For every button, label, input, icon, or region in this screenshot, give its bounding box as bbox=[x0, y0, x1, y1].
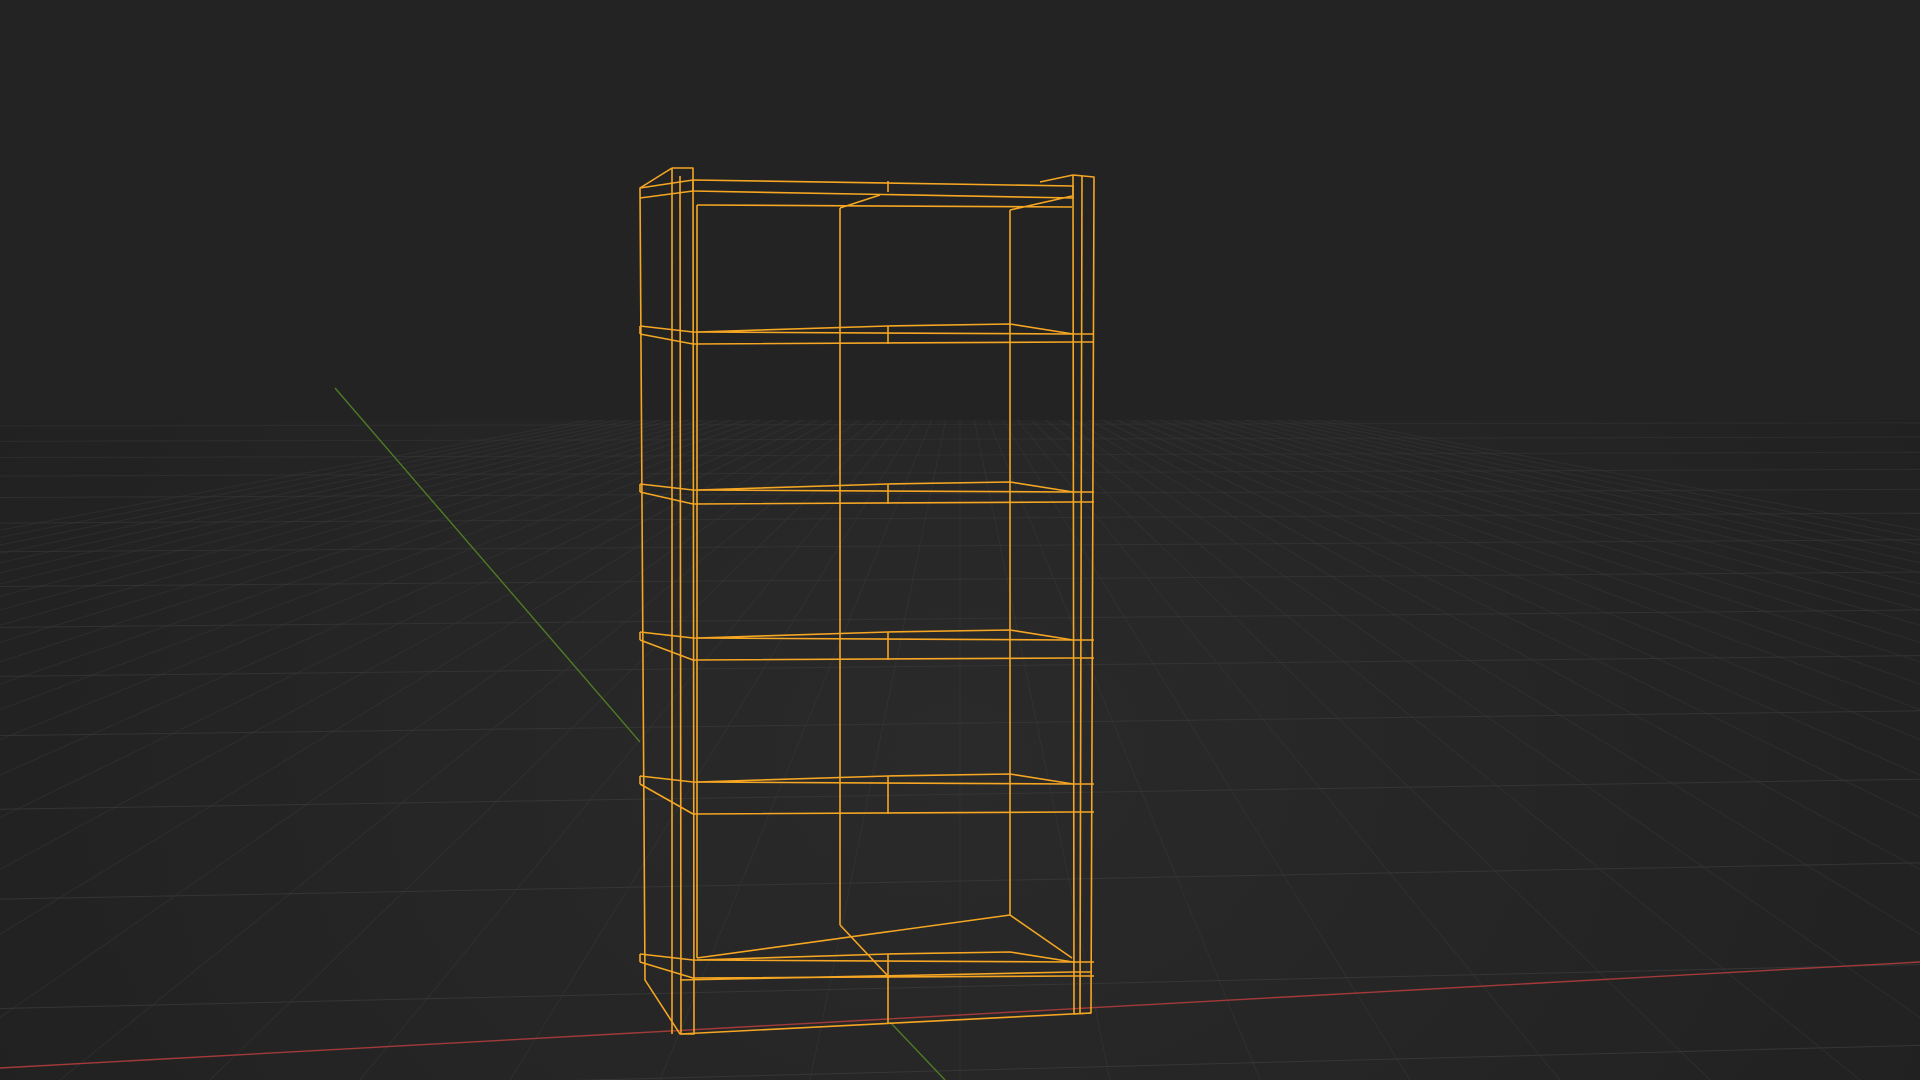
y-axis-line bbox=[334, 387, 641, 743]
grid-line bbox=[0, 369, 865, 546]
horizon-fade bbox=[0, 0, 1920, 420]
grid-line bbox=[0, 369, 881, 585]
grid-line bbox=[1055, 369, 1920, 546]
grid-line bbox=[0, 369, 905, 685]
grid-line bbox=[0, 369, 913, 741]
grid-line bbox=[1019, 369, 1920, 663]
grid-line bbox=[979, 369, 1711, 1080]
viewport-scene[interactable] bbox=[0, 0, 1920, 1080]
grid-line bbox=[0, 369, 869, 555]
grid-line bbox=[1007, 369, 1920, 741]
floor-grid bbox=[0, 0, 1920, 1080]
grid-line bbox=[1051, 369, 1920, 555]
plinth-bottom bbox=[679, 1012, 1092, 1035]
left-side-inner-edge bbox=[679, 175, 682, 1035]
grid-line bbox=[1027, 369, 1920, 626]
3d-viewport[interactable] bbox=[0, 0, 1920, 1080]
bottom-shelf-back bbox=[696, 914, 1073, 959]
grid-line bbox=[1047, 369, 1920, 564]
grid-line bbox=[975, 369, 1561, 1080]
shelf-4-front-edge bbox=[639, 783, 1094, 815]
grid-line bbox=[0, 369, 861, 538]
grid-line bbox=[0, 369, 873, 564]
grid-line bbox=[0, 369, 893, 626]
grid-line bbox=[659, 369, 953, 1080]
grid-line bbox=[995, 369, 1920, 870]
grid-line bbox=[1039, 369, 1920, 585]
grid-line bbox=[0, 369, 909, 711]
grid-line bbox=[1015, 369, 1920, 685]
grid-line bbox=[999, 369, 1920, 818]
grid-line bbox=[1043, 369, 1920, 574]
grid-line bbox=[1011, 369, 1920, 711]
grid-line bbox=[991, 369, 1920, 935]
grid-line bbox=[1059, 369, 1920, 538]
grid-line bbox=[0, 369, 877, 574]
grid-line bbox=[0, 369, 921, 818]
grid-line bbox=[983, 369, 1861, 1080]
grid-line bbox=[0, 369, 901, 663]
